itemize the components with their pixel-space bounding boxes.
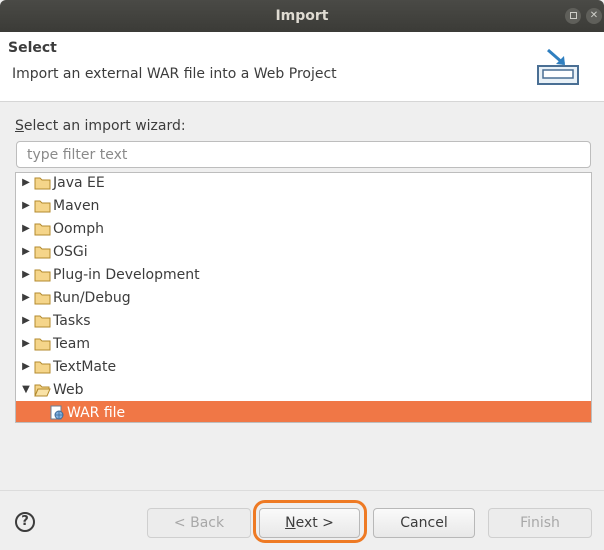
war-file-icon (50, 405, 64, 419)
page-title: Select (8, 40, 57, 56)
tree-item-web[interactable]: ▼ Web (16, 378, 591, 401)
tree-item-label: Plug-in Development (53, 266, 200, 283)
tree-item-osgi[interactable]: ▶ OSGi (16, 240, 591, 263)
chevron-right-icon[interactable]: ▶ (19, 200, 33, 211)
next-button[interactable]: Next > (259, 508, 360, 538)
footer-divider (0, 490, 604, 491)
chevron-right-icon[interactable]: ▶ (19, 223, 33, 234)
tree-item-java-ee[interactable]: ▶ Java EE (16, 173, 591, 194)
wizard-label: Select an import wizard: (15, 118, 186, 134)
folder-icon (34, 292, 51, 304)
cancel-button[interactable]: Cancel (373, 508, 475, 538)
folder-icon (34, 246, 51, 258)
folder-icon (34, 315, 51, 327)
chevron-right-icon[interactable]: ▶ (19, 177, 33, 188)
filter-input[interactable] (16, 141, 591, 168)
window-title: Import (275, 8, 329, 24)
help-icon[interactable]: ? (15, 512, 35, 532)
folder-icon (34, 361, 51, 373)
tree-item-label: Run/Debug (53, 289, 131, 306)
chevron-right-icon[interactable]: ▶ (19, 338, 33, 349)
tree-item-label: Team (53, 335, 91, 352)
folder-icon (34, 269, 51, 281)
close-icon[interactable]: ✕ (586, 8, 602, 24)
finish-button[interactable]: Finish (488, 508, 592, 538)
chevron-right-icon[interactable]: ▶ (19, 246, 33, 257)
import-wizard-icon (537, 48, 579, 85)
wizard-tree[interactable]: ▶ Java EE ▶ Maven ▶ Oomph ▶ OSGi ▶ Plug-… (15, 172, 592, 423)
tree-item-label: TextMate (53, 358, 117, 375)
restore-icon[interactable] (565, 8, 581, 24)
folder-icon (34, 200, 51, 212)
tree-item-label: Java EE (53, 174, 105, 191)
tree-item-label: Oomph (53, 220, 104, 237)
tree-item-label: Web (53, 381, 84, 398)
tree-item-label: WAR file (67, 404, 126, 421)
title-bar: Import ✕ (0, 0, 604, 32)
folder-open-icon (34, 384, 51, 396)
chevron-right-icon[interactable]: ▶ (19, 269, 33, 280)
tree-item-textmate[interactable]: ▶ TextMate (16, 355, 591, 378)
chevron-right-icon[interactable]: ▶ (19, 292, 33, 303)
folder-icon (34, 223, 51, 235)
tree-item-tasks[interactable]: ▶ Tasks (16, 309, 591, 332)
tree-item-war-file[interactable]: WAR file (16, 401, 591, 422)
tree-item-plug-in-development[interactable]: ▶ Plug-in Development (16, 263, 591, 286)
tree-item-label: Maven (53, 197, 100, 214)
chevron-right-icon[interactable]: ▶ (19, 361, 33, 372)
tree-item-label: Tasks (53, 312, 91, 329)
wizard-header: Select Import an external WAR file into … (0, 32, 604, 102)
tree-item-run-debug[interactable]: ▶ Run/Debug (16, 286, 591, 309)
tree-item-label: OSGi (53, 243, 88, 260)
back-button[interactable]: < Back (147, 508, 251, 538)
page-description: Import an external WAR file into a Web P… (12, 66, 337, 82)
tree-item-maven[interactable]: ▶ Maven (16, 194, 591, 217)
tree-item-oomph[interactable]: ▶ Oomph (16, 217, 591, 240)
folder-icon (34, 338, 51, 350)
chevron-right-icon[interactable]: ▶ (19, 315, 33, 326)
tree-item-team[interactable]: ▶ Team (16, 332, 591, 355)
folder-icon (34, 177, 51, 189)
chevron-down-icon[interactable]: ▼ (19, 384, 33, 395)
